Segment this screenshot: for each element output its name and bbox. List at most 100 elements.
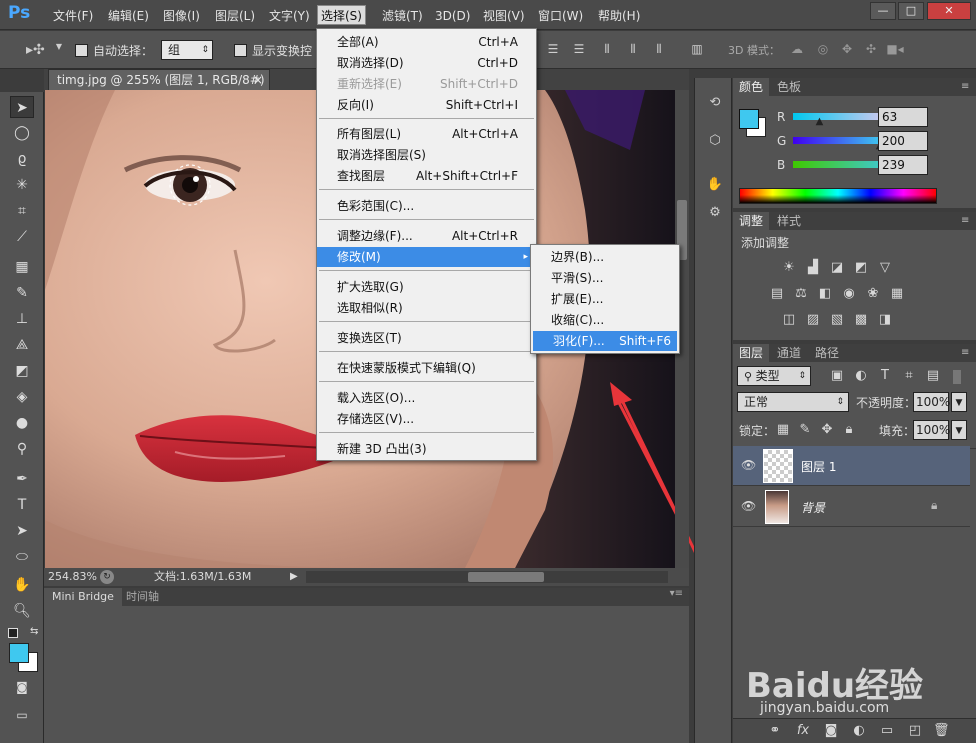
fill-chevron-icon[interactable]: ▼ <box>951 420 967 440</box>
menu-item-color-range[interactable]: 色彩范围(C)... <box>317 196 536 216</box>
tab-color[interactable]: 颜色 <box>733 78 770 96</box>
screen-mode-icon[interactable]: ▭ <box>10 704 34 726</box>
invert-icon[interactable]: ◫ <box>781 312 797 328</box>
move-tool-icon[interactable]: ➤ <box>10 96 34 118</box>
type-tool-icon[interactable]: T <box>10 494 34 516</box>
panel-menu-icon[interactable]: ≡ <box>955 78 975 96</box>
drag-3d-icon[interactable]: ✥ <box>838 42 856 58</box>
camera-3d-icon[interactable]: ■◂ <box>886 42 904 58</box>
exposure-icon[interactable]: ◩ <box>853 260 869 276</box>
menu-item-all-layers[interactable]: 所有图层(L) Alt+Ctrl+A <box>317 124 536 144</box>
menu-item-inverse[interactable]: 反向(I) Shift+Ctrl+I <box>317 95 536 115</box>
menu-item-transform-selection[interactable]: 变换选区(T) <box>317 328 536 348</box>
magic-wand-icon[interactable]: ✳ <box>10 174 34 196</box>
new-layer-icon[interactable]: ◰ <box>907 723 923 739</box>
align-left-icon[interactable]: ⫴ <box>598 42 616 58</box>
menu-type[interactable]: 文字(Y) <box>266 6 313 26</box>
channel-mixer-icon[interactable]: ❀ <box>865 286 881 302</box>
menu-item-load-selection[interactable]: 载入选区(O)... <box>317 388 536 408</box>
tab-mini-bridge[interactable]: Mini Bridge <box>44 588 122 606</box>
layer-filter-dropdown[interactable]: ⚲ 类型 ⇕ <box>737 366 811 386</box>
menu-image[interactable]: 图像(I) <box>160 6 203 26</box>
marquee-tool-icon[interactable]: ◯ <box>10 122 34 144</box>
brightness-icon[interactable]: ☀ <box>781 260 797 276</box>
blur-tool-icon[interactable]: ● <box>10 412 34 434</box>
filter-pixel-icon[interactable]: ▣ <box>829 368 845 384</box>
hand-tool-icon[interactable]: ✋ <box>10 574 34 596</box>
align-bottom-icon[interactable]: ☰ <box>570 42 588 58</box>
menu-item-grow[interactable]: 扩大选取(G) <box>317 277 536 297</box>
shape-tool-icon[interactable]: ⬭ <box>10 546 34 568</box>
layer-name[interactable]: 图层 1 <box>801 458 836 475</box>
horizontal-scrollbar[interactable] <box>306 571 668 583</box>
lasso-tool-icon[interactable]: ϱ <box>10 148 34 170</box>
menu-select[interactable]: 选择(S) <box>317 5 366 25</box>
zoom-tool-icon[interactable]: 🔍︎ <box>10 600 34 622</box>
horizontal-scroll-thumb[interactable] <box>468 572 544 582</box>
maximize-button[interactable]: □ <box>898 2 924 20</box>
eyedropper-icon[interactable]: ⟋ <box>10 226 34 248</box>
quick-mask-icon[interactable]: ◙ <box>10 676 34 698</box>
swap-colors-icon[interactable]: ⇆ <box>30 626 38 637</box>
opacity-chevron-icon[interactable]: ▼ <box>951 392 967 412</box>
clone-stamp-icon[interactable]: ⊥ <box>10 308 34 330</box>
visibility-eye-icon[interactable]: 👁︎ <box>741 458 756 472</box>
selective-color-icon[interactable]: ◨ <box>877 312 893 328</box>
filter-shape-icon[interactable]: ⌗ <box>901 368 917 384</box>
menu-item-modify[interactable]: 修改(M) ▸ <box>317 247 536 267</box>
vibrance-icon[interactable]: ▽ <box>877 260 893 276</box>
close-button[interactable]: ✕ <box>927 2 971 20</box>
menu-help[interactable]: 帮助(H) <box>595 6 643 26</box>
minimize-button[interactable]: — <box>870 2 896 20</box>
history-brush-icon[interactable]: ⟁ <box>10 334 34 356</box>
new-group-icon[interactable]: ▭ <box>879 723 895 739</box>
submenu-item-smooth[interactable]: 平滑(S)... <box>531 268 679 288</box>
submenu-item-contract[interactable]: 收缩(C)... <box>531 310 679 330</box>
auto-select-dropdown[interactable]: 组 ⇕ <box>161 40 213 60</box>
layer-name[interactable]: 背景 <box>801 499 825 516</box>
align-hcenter-icon[interactable]: ⫴ <box>624 42 642 58</box>
submenu-item-expand[interactable]: 扩展(E)... <box>531 289 679 309</box>
submenu-item-feather[interactable]: 羽化(F)... Shift+F6 <box>533 331 677 351</box>
tab-adjustments[interactable]: 调整 <box>733 212 770 230</box>
tab-timeline[interactable]: 时间轴 <box>122 588 163 606</box>
zoom-level[interactable]: 254.83% <box>48 568 97 586</box>
r-slider-handle-icon[interactable]: ▲ <box>816 116 824 127</box>
tab-layers[interactable]: 图层 <box>733 344 770 362</box>
menu-edit[interactable]: 编辑(E) <box>105 6 152 26</box>
new-adjustment-icon[interactable]: ◐ <box>851 723 867 739</box>
eraser-tool-icon[interactable]: ◩ <box>10 360 34 382</box>
panel-menu-icon[interactable]: ≡ <box>955 212 975 230</box>
menu-item-find-layers[interactable]: 查找图层 Alt+Shift+Ctrl+F <box>317 166 536 186</box>
menu-item-similar[interactable]: 选取相似(R) <box>317 298 536 318</box>
menu-item-deselect[interactable]: 取消选择(D) Ctrl+D <box>317 53 536 73</box>
lock-pixels-icon[interactable]: ✎ <box>797 422 813 438</box>
opacity-input[interactable]: 100% <box>913 392 950 412</box>
brush-tool-icon[interactable]: ✎ <box>10 282 34 304</box>
add-mask-icon[interactable]: ◙ <box>823 723 839 739</box>
path-select-icon[interactable]: ➤ <box>10 520 34 542</box>
color-balance-icon[interactable]: ⚖ <box>793 286 809 302</box>
color-spectrum[interactable] <box>739 188 937 204</box>
filter-toggle[interactable] <box>953 370 961 384</box>
submenu-item-border[interactable]: 边界(B)... <box>531 247 679 267</box>
tab-paths[interactable]: 路径 <box>809 344 845 362</box>
paint-bucket-icon[interactable]: ◈ <box>10 386 34 408</box>
menu-view[interactable]: 视图(V) <box>480 6 528 26</box>
curves-icon[interactable]: ◪ <box>829 260 845 276</box>
lock-transparent-icon[interactable]: ▦ <box>775 422 791 438</box>
3d-panel-icon[interactable]: ⬡ <box>703 130 727 152</box>
b-value-input[interactable]: 239 <box>878 155 928 175</box>
tab-swatches[interactable]: 色板 <box>771 78 807 96</box>
crop-tool-icon[interactable]: ⌗ <box>10 200 34 222</box>
menu-item-quick-mask[interactable]: 在快速蒙版模式下编辑(Q) <box>317 358 536 378</box>
blend-mode-dropdown[interactable]: 正常 ⇕ <box>737 392 849 412</box>
rotate-3d-icon[interactable]: ☁ <box>788 42 806 58</box>
hue-sat-icon[interactable]: ▤ <box>769 286 785 302</box>
filter-smart-icon[interactable]: ▤ <box>925 368 941 384</box>
fill-input[interactable]: 100% <box>913 420 950 440</box>
panel-menu-icon[interactable]: ▾≡ <box>670 588 683 599</box>
menu-item-new-3d-extrusion[interactable]: 新建 3D 凸出(3) <box>317 439 536 459</box>
menu-3d[interactable]: 3D(D) <box>432 6 473 26</box>
menu-filter[interactable]: 滤镜(T) <box>379 6 426 26</box>
